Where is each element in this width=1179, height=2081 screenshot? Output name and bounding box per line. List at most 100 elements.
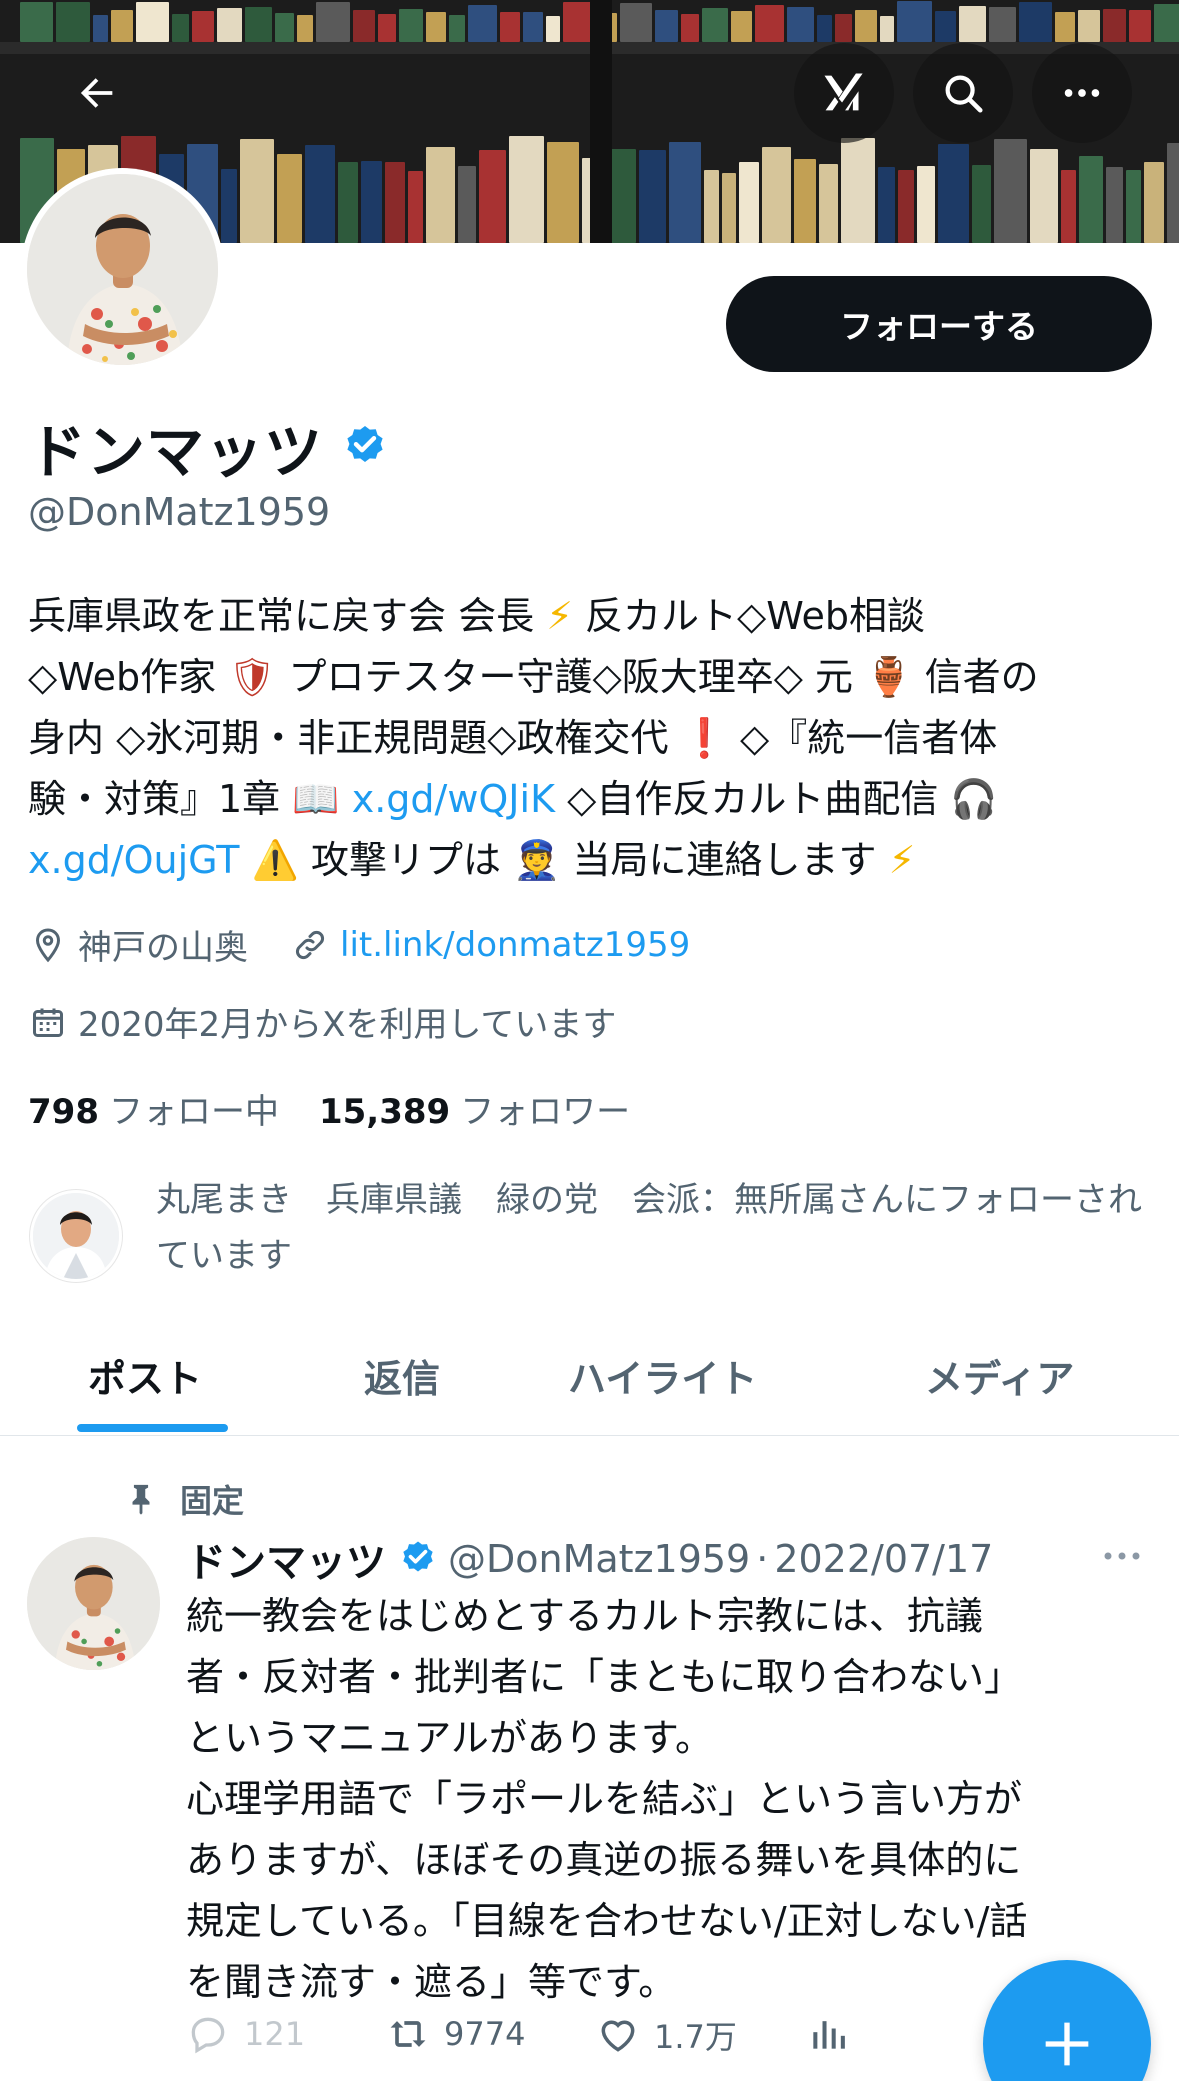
post-date[interactable]: 2022/07/17 — [774, 1537, 993, 1581]
book-spine — [20, 2, 53, 42]
profile-avatar[interactable] — [21, 168, 224, 371]
book-spine — [277, 154, 302, 243]
book-spine — [523, 12, 543, 42]
repost-count: 9774 — [444, 2015, 526, 2053]
link-icon — [296, 930, 324, 959]
headphones-icon: 🎧 — [950, 777, 998, 821]
book-spine — [938, 144, 969, 243]
book-spine — [917, 166, 935, 243]
book-spine — [297, 15, 313, 42]
book-spine — [608, 149, 636, 243]
book-spine — [1079, 156, 1103, 243]
police-officer-icon: 👮 — [513, 838, 561, 882]
post-author-name[interactable]: ドンマッツ — [186, 1530, 386, 1588]
tab-replies[interactable]: 返信 — [364, 1348, 440, 1403]
website-link[interactable]: lit.link/donmatz1959 — [340, 925, 690, 965]
back-button[interactable] — [47, 43, 147, 143]
website-item[interactable]: lit.link/donmatz1959 — [292, 925, 690, 965]
followed-by-text: 丸尾まき 兵庫県議 緑の党 会派：無所属さんにフォローされています — [156, 1180, 1142, 1276]
book-spine — [305, 145, 335, 243]
book-spine — [111, 10, 133, 42]
book-spine — [855, 10, 877, 42]
follow-button[interactable]: フォローする — [726, 276, 1152, 372]
bio-text: 験・対策』1章 — [28, 777, 281, 821]
book-spine — [880, 16, 894, 42]
exclamation-icon: ❗ — [680, 716, 728, 760]
like-button[interactable]: 1.7万 — [596, 2012, 737, 2058]
shelf-divider — [590, 0, 612, 243]
book-spine — [426, 12, 446, 42]
following-count: 798 — [28, 1092, 99, 1132]
arrow-left-icon — [80, 78, 113, 108]
plus-icon — [1045, 2022, 1089, 2066]
post-body[interactable]: 統一教会をはじめとするカルト宗教には、抗議 者・反対者・批判者に「まともに取り合… — [186, 1586, 1146, 2013]
book-spine — [468, 5, 497, 42]
book-spine — [172, 14, 189, 42]
bio-line: x.gd/OujGT ⚠️ 攻撃リプは 👮 当局に連絡します ⚡ — [28, 830, 1158, 891]
follower-avatar — [30, 1190, 122, 1282]
search-icon — [945, 75, 983, 113]
bio-link-2[interactable]: x.gd/OujGT — [28, 838, 239, 882]
book-spine — [399, 9, 423, 42]
book-spine — [1167, 143, 1179, 243]
post-line: ありますが、ほぼその真逆の振る舞いを具体的に — [186, 1838, 1022, 1882]
post-line: 者・反対者・批判者に「まともに取り合わない」 — [186, 1655, 1023, 1699]
followed-by-row[interactable]: 丸尾まき 兵庫県議 緑の党 会派：無所属さんにフォローされています — [30, 1172, 1160, 1282]
book-spine — [794, 159, 816, 243]
post-more-button[interactable] — [1100, 1546, 1144, 1570]
tab-media[interactable]: メディア — [925, 1348, 1074, 1403]
following-stat[interactable]: 798 フォロー中 — [28, 1084, 279, 1133]
search-button[interactable] — [913, 43, 1013, 143]
book-spine — [819, 164, 838, 243]
post-author-avatar[interactable] — [27, 1537, 160, 1670]
book-spine — [1129, 10, 1151, 42]
book-spine — [449, 15, 465, 42]
joined-item: 2020年2月からXを利用しています — [30, 997, 616, 1046]
profile-tabs: ポスト 返信 ハイライト メディア — [0, 1318, 1179, 1436]
bio-text: 攻撃リプは — [310, 838, 501, 882]
tab-posts[interactable]: ポスト — [88, 1348, 202, 1403]
book-spine — [935, 11, 956, 42]
book-spine — [385, 162, 405, 243]
location-pin-icon — [35, 927, 61, 962]
book-spine — [669, 142, 701, 243]
more-button[interactable] — [1032, 43, 1132, 143]
book-spine — [787, 7, 814, 42]
book-spine — [217, 8, 242, 42]
bio-line: ◇Web作家 🛡 プロテスター守護◇阪大理卒◇ 元 🏺 信者の — [28, 647, 1158, 708]
book-spine — [408, 171, 423, 243]
location-text: 神戸の山奥 — [78, 928, 248, 968]
followers-stat[interactable]: 15,389 フォロワー — [319, 1084, 630, 1133]
book-spine — [835, 14, 852, 42]
reply-button[interactable]: 121 — [186, 2012, 305, 2056]
views-button[interactable] — [806, 2012, 850, 2056]
book-spine — [1061, 170, 1076, 243]
post-author-handle[interactable]: @DonMatz1959 — [448, 1537, 750, 1581]
profile-handle: @DonMatz1959 — [28, 490, 331, 534]
book-spine — [56, 2, 90, 42]
post-line: 規定している。「目線を合わせない/正対しない/話 — [186, 1899, 1028, 1943]
repost-button[interactable]: 9774 — [386, 2012, 525, 2056]
tab-highlights[interactable]: ハイライト — [568, 1348, 757, 1403]
book-spine — [1078, 10, 1100, 42]
grok-button[interactable] — [794, 43, 894, 143]
verified-badge-icon — [403, 1541, 433, 1572]
bio-text: ◇『統一信者体 — [740, 716, 998, 760]
analytics-icon — [813, 2021, 845, 2049]
bio-link-1[interactable]: x.gd/wQJiK — [352, 777, 555, 821]
profile-name: ドンマッツ — [28, 418, 324, 486]
followers-label: フォロワー — [460, 1092, 631, 1132]
reply-icon — [191, 2017, 225, 2054]
post-separator: · — [756, 1537, 769, 1581]
bio-text: 信者の — [924, 655, 1039, 699]
book-spine — [509, 136, 544, 243]
followers-count: 15,389 — [318, 1092, 451, 1132]
active-tab-indicator — [77, 1424, 228, 1432]
book-spine — [275, 13, 294, 42]
bio-text: 当局に連絡します — [572, 838, 877, 882]
book-spine — [702, 8, 728, 42]
profile-bio: 兵庫県政を正常に戻す会 会長 ⚡ 反カルト◇Web相談 ◇Web作家 🛡 プロテ… — [28, 586, 1158, 891]
book-spine — [655, 10, 678, 42]
bio-text: 反カルト◇Web相談 — [584, 594, 926, 638]
book-spine — [353, 10, 375, 42]
